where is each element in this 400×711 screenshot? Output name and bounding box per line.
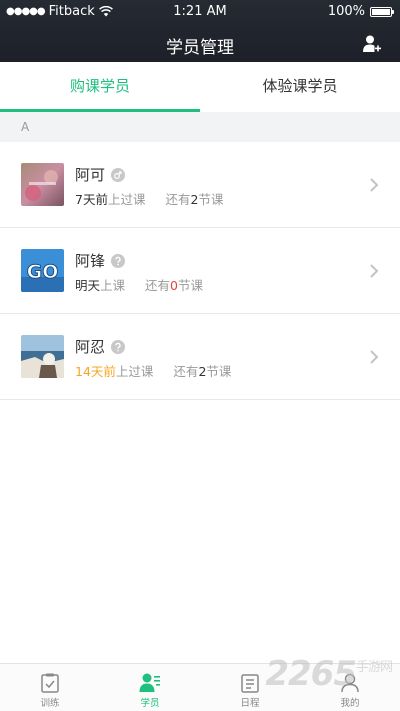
remaining-classes: 还有2节课 (165, 192, 224, 207)
tab-purchased-students[interactable]: 购课学员 (0, 62, 200, 112)
student-type-tabs: 购课学员 体验课学员 (0, 62, 400, 112)
tab-students[interactable]: 学员 (100, 664, 200, 711)
chevron-right-icon (370, 264, 379, 278)
last-class-info: 7天前上过课 (75, 192, 146, 207)
last-class-info: 明天上课 (75, 278, 126, 293)
tab-training[interactable]: 训练 (0, 664, 100, 711)
add-user-icon[interactable] (362, 34, 382, 54)
student-list: 阿可 7天前上过课 还有2节课 GO 阿锋 明天上课 还有0节课 阿忍 14天前… (0, 142, 400, 400)
battery-percent: 100% (327, 4, 365, 19)
remaining-classes: 还有0节课 (145, 278, 204, 293)
schedule-icon (241, 674, 259, 693)
avatar: GO (21, 249, 64, 292)
clipboard-icon (41, 673, 59, 693)
last-class-info: 14天前上过课 (75, 364, 154, 379)
remaining-classes: 还有2节课 (173, 364, 232, 379)
chevron-right-icon (370, 178, 379, 192)
unknown-gender-icon (111, 339, 126, 354)
student-row[interactable]: 阿忍 14天前上过课 还有2节课 (0, 314, 400, 400)
student-row[interactable]: 阿可 7天前上过课 还有2节课 (0, 142, 400, 228)
page-title: 学员管理 (166, 38, 234, 58)
app-header: ●●●●● Fitback 1:21 AM 100% 学员管理 (0, 0, 400, 62)
section-index-header: A (0, 112, 400, 142)
site-watermark: 2265手游网 (265, 654, 393, 694)
avatar (21, 335, 64, 378)
male-icon (111, 167, 126, 182)
status-bar: ●●●●● Fitback 1:21 AM 100% (0, 0, 400, 24)
student-name: 阿可 (75, 166, 106, 184)
chevron-right-icon (370, 350, 379, 364)
svg-text:GO: GO (27, 261, 59, 283)
student-name: 阿锋 (75, 252, 106, 270)
battery-icon (370, 6, 394, 17)
avatar (21, 163, 64, 206)
student-name: 阿忍 (75, 338, 106, 356)
tab-trial-students[interactable]: 体验课学员 (200, 62, 400, 112)
students-icon (139, 673, 160, 692)
student-row[interactable]: GO 阿锋 明天上课 还有0节课 (0, 228, 400, 314)
unknown-gender-icon (111, 253, 126, 268)
